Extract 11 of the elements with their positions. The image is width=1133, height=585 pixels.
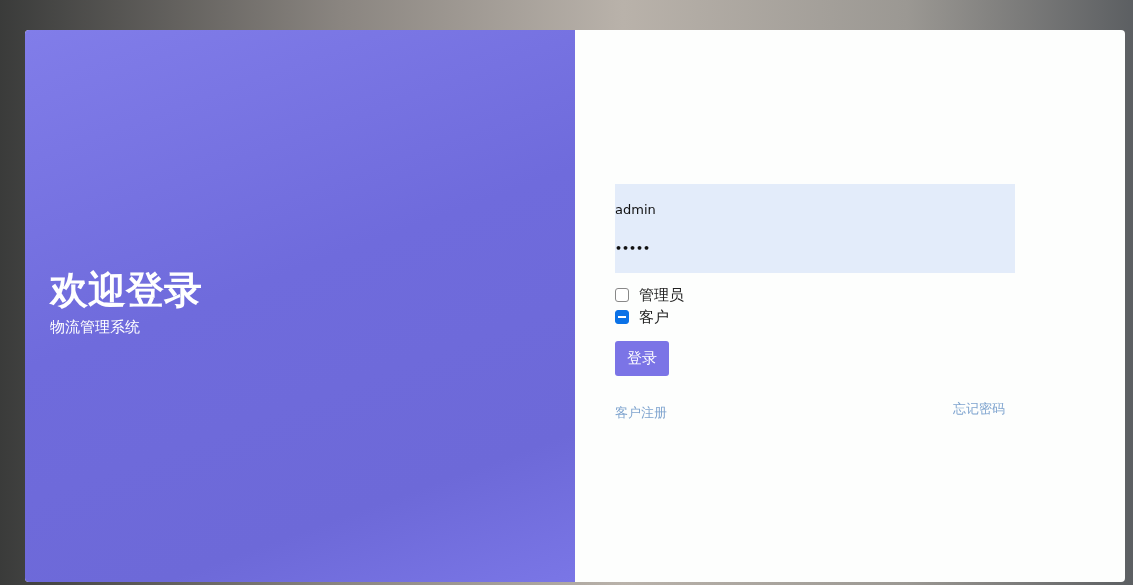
login-button[interactable]: 登录 [615,341,669,376]
text-link[interactable]: 客户注册 [615,404,667,422]
text-link[interactable]: 忘记密码 [953,400,1005,422]
system-name: 物流管理系统 [50,317,141,337]
role-label: 客户 [639,307,669,327]
welcome-title: 欢迎登录 [50,266,203,314]
role-checkbox[interactable] [615,288,629,302]
role-checkbox[interactable] [615,310,629,324]
username-field[interactable]: admin [615,202,815,218]
password-field[interactable]: ••••• [615,241,815,255]
role-label: 管理员 [639,285,684,305]
